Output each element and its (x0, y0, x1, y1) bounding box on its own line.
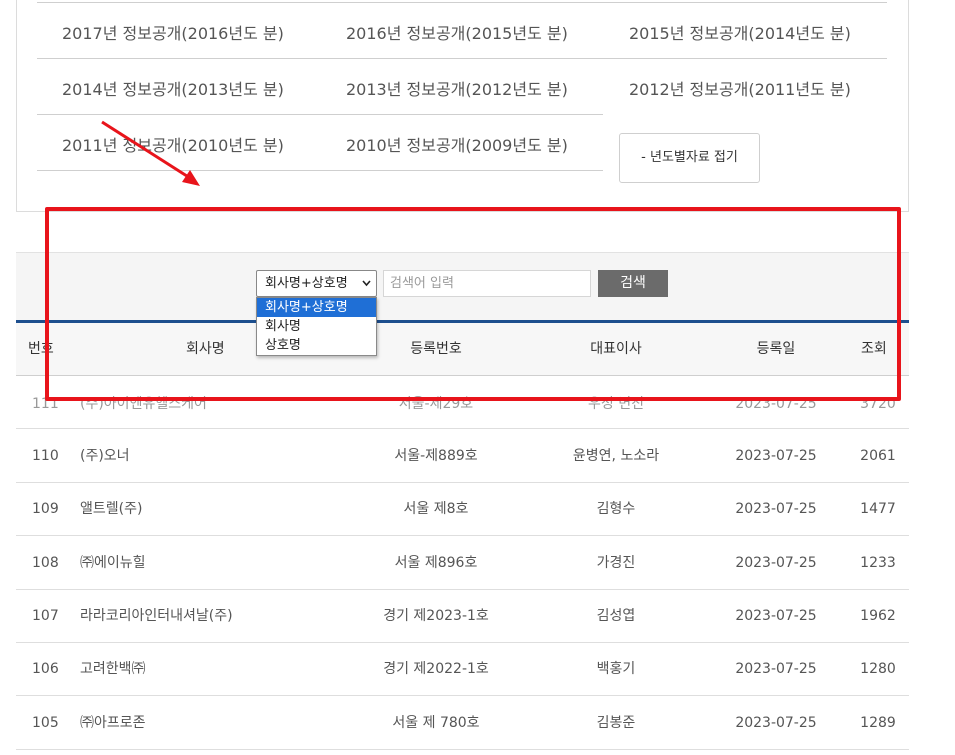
annotation-arrow-icon (101, 120, 200, 186)
